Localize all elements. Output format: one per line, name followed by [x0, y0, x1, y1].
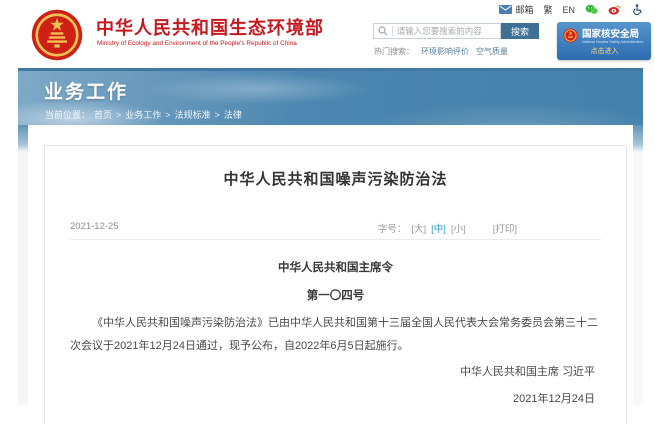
traditional-chinese-link[interactable]: 繁 [543, 3, 552, 16]
wechat-icon [585, 4, 598, 15]
page: 中华人民共和国生态环境部 Ministry of Ecology and Env… [0, 0, 655, 424]
left-edge-strip [18, 152, 28, 405]
weibo-icon [608, 4, 621, 15]
hot-search-row: 热门搜索： 环境影响评价 空气质量 [374, 46, 508, 57]
site-title: 中华人民共和国生态环境部 [96, 14, 324, 40]
breadcrumb-separator: > [215, 110, 220, 120]
decree-heading: 中华人民共和国主席令 [44, 259, 627, 275]
signature-line: 中华人民共和国主席 习近平 [460, 363, 595, 379]
breadcrumb-business[interactable]: 业务工作 [125, 108, 161, 121]
banner-right-tab [633, 125, 643, 153]
search-row: 搜索 [373, 23, 539, 39]
english-label: EN [562, 5, 575, 15]
accessibility-link[interactable] [631, 4, 644, 15]
mail-icon [499, 4, 512, 15]
mail-link[interactable]: 邮箱 [499, 3, 533, 16]
nuclear-badge-title: 国家核安全局 [582, 26, 643, 40]
breadcrumb-separator: > [116, 110, 121, 120]
accessibility-icon [631, 4, 644, 15]
decree-number: 第一〇四号 [44, 287, 627, 303]
document-title: 中华人民共和国噪声污染防治法 [44, 168, 627, 189]
font-size-small-button[interactable]: [小] [451, 221, 466, 235]
nuclear-badge-row: 国家核安全局 National Nuclear Safety Administr… [563, 26, 646, 44]
nuclear-badge-subtitle: National Nuclear Safety Administration [582, 40, 643, 44]
breadcrumb-regulations[interactable]: 法规标准 [175, 108, 211, 121]
search-divider [392, 26, 393, 36]
banner-left-tab [18, 125, 28, 153]
national-emblem-icon [30, 8, 84, 62]
nuclear-badge-emblem-icon [563, 28, 578, 43]
hot-search-link-eia[interactable]: 环境影响评价 [421, 46, 469, 57]
hot-search-link-air[interactable]: 空气质量 [476, 46, 508, 57]
font-size-medium-button[interactable]: [中] [431, 221, 446, 235]
publish-date: 2021-12-25 [70, 221, 119, 232]
wechat-link[interactable] [585, 4, 598, 15]
search-button[interactable]: 搜索 [501, 23, 539, 39]
utility-bar: 邮箱 繁 EN [499, 3, 644, 16]
breadcrumb-separator: > [165, 110, 170, 120]
font-size-large-button[interactable]: [大] [411, 221, 426, 235]
nuclear-badge-enter-label: 点击进入 [563, 46, 646, 56]
breadcrumb: 当前位置： 首页 > 业务工作 > 法规标准 > 法律 [45, 108, 242, 121]
nuclear-safety-badge[interactable]: 国家核安全局 National Nuclear Safety Administr… [557, 22, 651, 60]
font-size-label: 字号： [378, 221, 407, 235]
section-title: 业务工作 [44, 77, 128, 104]
traditional-label: 繁 [543, 3, 552, 16]
site-subtitle: Ministry of Ecology and Environment of t… [97, 40, 297, 47]
signature-date: 2021年12月24日 [513, 390, 595, 406]
right-edge-strip [633, 152, 643, 405]
breadcrumb-laws[interactable]: 法律 [224, 108, 242, 121]
english-link[interactable]: EN [562, 5, 575, 15]
search-box [373, 23, 501, 39]
breadcrumb-home[interactable]: 首页 [94, 108, 112, 121]
nuclear-badge-texts: 国家核安全局 National Nuclear Safety Administr… [582, 26, 643, 44]
weibo-link[interactable] [608, 4, 621, 15]
search-icon [378, 26, 389, 37]
mail-label: 邮箱 [515, 3, 533, 16]
meta-divider [70, 239, 601, 240]
article-paragraph: 《中华人民共和国噪声污染防治法》已由中华人民共和国第十三届全国人民代表大会常务委… [70, 312, 598, 358]
search-input[interactable] [397, 26, 496, 36]
breadcrumb-label: 当前位置： [45, 108, 90, 121]
hot-search-label: 热门搜索： [374, 46, 414, 57]
print-button[interactable]: [打印] [493, 221, 517, 235]
section-banner: 业务工作 当前位置： 首页 > 业务工作 > 法规标准 > 法律 [18, 68, 643, 125]
site-logo-link[interactable]: 中华人民共和国生态环境部 Ministry of Ecology and Env… [30, 8, 370, 62]
article-toolbar: 字号： [大] [中] [小] [打印] [378, 221, 517, 235]
